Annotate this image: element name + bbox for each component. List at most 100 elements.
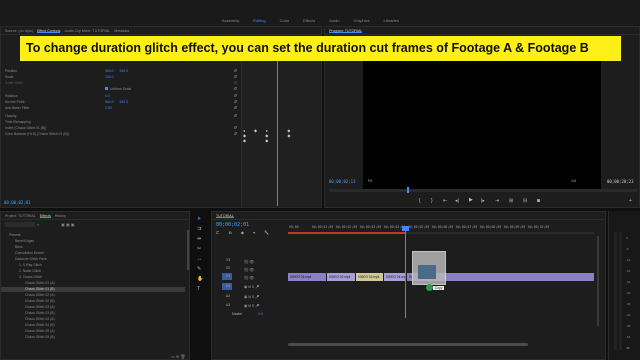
tab-audio-clip-mixer[interactable]: Audio Clip Mixer: TUTORIAL	[64, 28, 110, 33]
clip-video-04[interactable]: VIDEO 04.mp4	[384, 273, 406, 281]
track-v3[interactable]: V3	[226, 258, 230, 262]
checkbox-icon[interactable]	[105, 87, 108, 90]
go-to-out-icon[interactable]: ⇥	[495, 198, 499, 204]
tree-chaos-glitch-04b[interactable]: Chaos Glitch 04 (B)	[25, 323, 55, 328]
prop-invert[interactable]: Invert (Chaos Glitch 01 (B)) ↺	[5, 125, 241, 130]
lift-icon[interactable]: ⊞	[509, 198, 513, 204]
program-scrub-bar[interactable]	[329, 189, 637, 192]
tree-xray-glitch[interactable]: 1. X-Ray Glitch	[19, 263, 42, 268]
add-button-icon[interactable]: +	[629, 198, 632, 204]
workspace-tab-color[interactable]: Color	[273, 18, 297, 23]
workspace-tab-libraries[interactable]: Libraries	[377, 18, 406, 23]
tree-chaos-glitch[interactable]: 3. Chaos Glitch	[19, 275, 42, 280]
track-audio-toggle-icons[interactable]: ▣ M S 🎤 ▣ M S 🎤 ▣ M S 🎤	[244, 283, 259, 312]
keyframe-reset-icon[interactable]: ↺	[234, 131, 237, 136]
effects-search-icon[interactable]: ⌕	[37, 222, 39, 227]
ripple-edit-tool-icon[interactable]: ⇹	[197, 236, 201, 242]
extract-icon[interactable]: ⊟	[523, 198, 527, 204]
program-fit-select[interactable]: Fit	[368, 179, 372, 183]
tree-chaos-glitch-02a[interactable]: Chaos Glitch 02 (A)	[25, 293, 55, 298]
effects-search-input[interactable]	[5, 222, 35, 227]
keyframe-reset-icon[interactable]: ↺	[234, 105, 237, 110]
tree-bevel-edges[interactable]: Bevel Edges	[15, 239, 34, 244]
tree-chaos-glitch-03b[interactable]: Chaos Glitch 03 (B)	[25, 311, 55, 316]
tab-project[interactable]: Project: TUTORIAL	[5, 213, 36, 218]
timeline-hscrollbar[interactable]	[288, 343, 528, 346]
timeline-snap-icons[interactable]: ⊏ ⋒ ◆ ▾ 🔧	[216, 230, 273, 235]
prop-color-balance[interactable]: Color Balance (HLS) (Chaos Glitch 01 (B)…	[5, 131, 241, 136]
tree-presets[interactable]: Presets	[9, 233, 21, 238]
keyframe-area[interactable]	[241, 36, 321, 206]
prop-scale[interactable]: Scale 100.0 ↺	[5, 74, 241, 79]
tree-chaos-glitch-03a[interactable]: Chaos Glitch 03 (A)	[25, 305, 55, 310]
tab-program[interactable]: Program: TUTORIAL	[329, 28, 363, 33]
keyframe-reset-icon[interactable]: ↺	[234, 68, 237, 73]
workspace-tab-editing[interactable]: Editing	[246, 18, 272, 23]
timeline-playhead[interactable]	[405, 228, 406, 318]
workspace-tab-assembly[interactable]: Assembly	[215, 18, 246, 23]
new-folder-icon[interactable]: ▭ ⊕ 🗑	[171, 354, 185, 359]
prop-anti-flicker[interactable]: Anti-flicker Filter 0.00 ↺	[5, 105, 241, 110]
tab-metadata[interactable]: Metadata	[114, 28, 129, 33]
track-a2[interactable]: A2	[226, 294, 230, 298]
program-playhead[interactable]	[407, 187, 409, 193]
keyframe-reset-icon[interactable]: ↺	[234, 125, 237, 130]
accelerated-effects-icon[interactable]: ▣ ▣ ▣	[61, 222, 75, 227]
tree-convolution-kernel[interactable]: Convolution Kernel	[15, 251, 44, 256]
tab-source[interactable]: Source: (no clips)	[5, 28, 33, 33]
timeline-playhead-handle[interactable]	[402, 226, 409, 231]
prop-uniform-scale[interactable]: Uniform Scale ↺	[5, 86, 241, 91]
mark-out-icon[interactable]: }	[431, 198, 433, 204]
track-a1[interactable]: A1	[226, 284, 230, 288]
selection-tool-icon[interactable]: ➤	[197, 216, 201, 222]
tab-timeline-tutorial[interactable]: TUTORIAL	[216, 213, 234, 218]
clip-video-03[interactable]: VIDEO 03.mp4	[356, 273, 383, 281]
workspace-tab-audio[interactable]: Audio	[322, 18, 346, 23]
program-video-frame[interactable]	[363, 55, 601, 189]
prop-position[interactable]: Position 960.0 540.0 ↺	[5, 68, 241, 73]
clip-video-01[interactable]: VIDEO 01.mp4	[288, 273, 326, 281]
tree-chaos-glitch-01b[interactable]: Chaos Glitch 01 (B)	[1, 287, 185, 292]
step-back-icon[interactable]: ◂|	[455, 198, 459, 204]
step-forward-icon[interactable]: |▸	[481, 198, 485, 204]
prop-time-remapping[interactable]: Time Remapping	[5, 119, 241, 124]
track-select-tool-icon[interactable]: ⇉	[197, 226, 201, 232]
effects-scrollbar[interactable]	[187, 230, 189, 270]
razor-tool-icon[interactable]: ✂	[197, 246, 201, 252]
workspace-tab-effects[interactable]: Effects	[296, 18, 322, 23]
tree-blurs[interactable]: Blurs	[15, 245, 23, 250]
program-current-timecode[interactable]: 00;00;02;13	[329, 179, 356, 184]
tree-chaos-glitch-02b[interactable]: Chaos Glitch 02 (B)	[25, 299, 55, 304]
track-v2[interactable]: V2	[226, 266, 230, 270]
ec-timecode[interactable]: 00;00;02;01	[4, 200, 31, 205]
tab-history[interactable]: History	[55, 213, 66, 218]
type-tool-icon[interactable]: T	[197, 286, 200, 292]
prop-rotation[interactable]: Rotation 0.0 ↺	[5, 93, 241, 98]
pen-tool-icon[interactable]: ✎	[197, 266, 201, 272]
mark-in-icon[interactable]: {	[419, 198, 421, 204]
tree-chaos-glitch-01a[interactable]: Chaos Glitch 01 (A)	[25, 281, 55, 286]
hand-tool-icon[interactable]: ✋	[197, 276, 203, 282]
track-a3[interactable]: A3	[226, 303, 230, 307]
workspace-tab-graphics[interactable]: Graphics	[347, 18, 377, 23]
keyframe-reset-icon[interactable]: ↺	[234, 113, 237, 118]
play-icon[interactable]: ▶	[469, 197, 473, 203]
tree-noise-glitch[interactable]: 2. Noise Glitch	[19, 269, 41, 274]
go-to-in-icon[interactable]: ⇤	[443, 198, 447, 204]
keyframe-reset-icon[interactable]: ↺	[234, 86, 237, 91]
keyframe-reset-icon[interactable]: ↺	[234, 93, 237, 98]
tree-chaos-glitch-05a[interactable]: Chaos Glitch 05 (A)	[25, 329, 55, 334]
track-toggle-icons[interactable]: ⬛ 👁 ⬛ 👁 ⬛ 👁	[244, 258, 254, 282]
track-v1[interactable]: V1	[226, 274, 230, 278]
keyframe-reset-icon[interactable]: ↺	[234, 74, 237, 79]
timeline-vscrollbar[interactable]	[597, 236, 599, 326]
keyframe-navigator[interactable]: ◂◆▸ ◆ ◆ ◆ ◆ ◆ ◆	[243, 128, 321, 143]
ec-playhead[interactable]	[277, 36, 278, 206]
timeline-timecode[interactable]: 00;00;02;01	[216, 222, 249, 228]
clip-video-02[interactable]: VIDEO 02.mp4	[327, 273, 355, 281]
track-master-volume[interactable]: 0.0	[258, 312, 263, 316]
keyframe-reset-icon[interactable]: ↺	[234, 99, 237, 104]
tab-effects[interactable]: Effects	[39, 213, 51, 218]
program-resolution-select[interactable]: 1/4	[571, 179, 576, 183]
tree-glitch-pack[interactable]: Dadoche Glitch Pack	[15, 257, 47, 262]
